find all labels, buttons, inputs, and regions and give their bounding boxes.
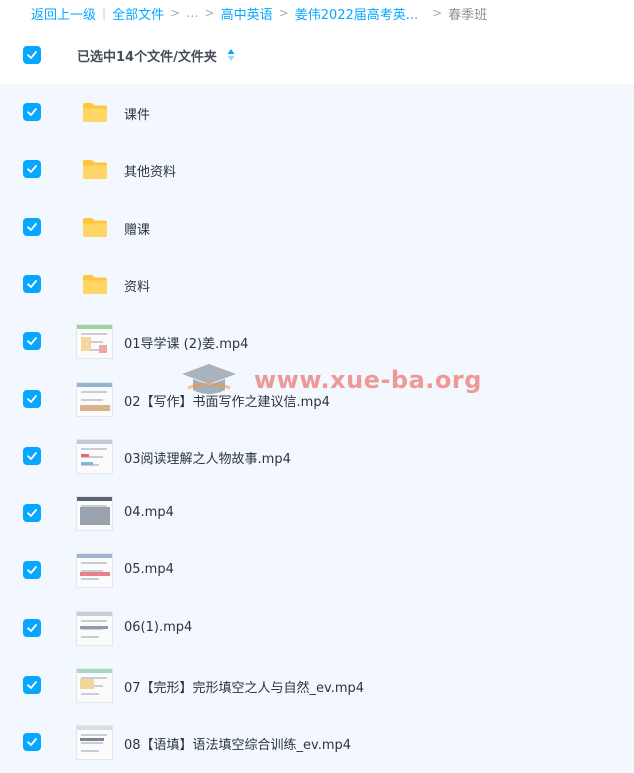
check-icon xyxy=(27,738,37,747)
check-icon xyxy=(27,337,37,346)
breadcrumb-level2[interactable]: 姜伟2022届高考英... xyxy=(295,4,418,23)
file-row[interactable]: 04.mp4 xyxy=(0,485,634,542)
video-thumbnail xyxy=(76,381,113,417)
file-name[interactable]: 05.mp4 xyxy=(124,562,174,577)
video-thumbnail xyxy=(76,725,113,761)
chevron-right-icon: > xyxy=(278,6,289,20)
video-thumbnail xyxy=(76,553,113,589)
check-icon xyxy=(27,222,37,231)
check-icon xyxy=(27,566,37,575)
file-row[interactable]: 赠课 xyxy=(0,199,634,256)
file-name[interactable]: 02【写作】书面写作之建议信.mp4 xyxy=(124,391,330,410)
selection-bar: 已选中14个文件/文件夹 xyxy=(0,36,634,74)
check-icon xyxy=(27,451,37,460)
chevron-right-icon: > xyxy=(432,6,443,20)
row-checkbox[interactable] xyxy=(23,676,41,694)
folder-name[interactable]: 资料 xyxy=(124,276,150,295)
select-all-checkbox[interactable] xyxy=(23,46,41,64)
row-checkbox[interactable] xyxy=(23,217,41,236)
file-row[interactable]: 资料 xyxy=(0,256,634,313)
row-checkbox[interactable] xyxy=(23,618,41,637)
video-thumbnail xyxy=(76,496,113,532)
folder-name[interactable]: 其他资料 xyxy=(124,161,176,180)
breadcrumb-all-files[interactable]: 全部文件 xyxy=(112,4,164,23)
row-checkbox[interactable] xyxy=(23,446,41,465)
check-icon xyxy=(27,279,37,288)
video-thumbnail xyxy=(76,668,113,703)
chevron-right-icon: > xyxy=(204,6,215,20)
back-link[interactable]: 返回上一级 xyxy=(31,4,96,23)
file-name[interactable]: 04.mp4 xyxy=(124,505,174,520)
row-checkbox[interactable] xyxy=(23,160,41,179)
check-icon xyxy=(27,51,37,59)
breadcrumb-ellipsis[interactable]: ... xyxy=(186,6,198,21)
file-name[interactable]: 07【完形】完形填空之人与自然_ev.mp4 xyxy=(124,677,364,696)
folder-icon xyxy=(83,217,107,237)
file-name[interactable]: 06(1).mp4 xyxy=(124,620,192,635)
file-row[interactable]: 08【语填】语法填空综合训练_ev.mp4 xyxy=(0,714,634,771)
video-thumbnail xyxy=(76,610,113,646)
breadcrumb-level1[interactable]: 高中英语 xyxy=(221,4,273,23)
breadcrumb-divider: | xyxy=(102,6,107,20)
row-checkbox[interactable] xyxy=(23,389,41,408)
check-icon xyxy=(27,108,37,116)
file-row[interactable]: 其他资料 xyxy=(0,141,634,198)
file-row[interactable]: 06(1).mp4 xyxy=(0,600,634,657)
row-checkbox[interactable] xyxy=(23,504,41,523)
file-name[interactable]: 08【语填】语法填空综合训练_ev.mp4 xyxy=(124,734,351,753)
folder-icon xyxy=(83,103,107,122)
file-name[interactable]: 03阅读理解之人物故事.mp4 xyxy=(124,448,291,467)
file-row[interactable]: 07【完形】完形填空之人与自然_ev.mp4 xyxy=(0,657,634,714)
file-row[interactable]: 课件 xyxy=(0,84,634,141)
file-row[interactable]: 01导学课 (2)姜.mp4 xyxy=(0,313,634,370)
check-icon xyxy=(27,394,37,403)
row-checkbox[interactable] xyxy=(23,733,41,752)
row-checkbox[interactable] xyxy=(23,103,41,121)
check-icon xyxy=(27,509,37,517)
row-checkbox[interactable] xyxy=(23,561,41,580)
file-row[interactable]: 05.mp4 xyxy=(0,542,634,599)
video-thumbnail xyxy=(76,438,113,474)
sort-icon[interactable] xyxy=(227,48,235,62)
row-checkbox[interactable] xyxy=(23,274,41,293)
file-row[interactable]: 02【写作】书面写作之建议信.mp4 xyxy=(0,371,634,428)
chevron-right-icon: > xyxy=(170,6,181,20)
folder-icon xyxy=(83,160,107,180)
file-list: 课件其他资料赠课资料 01导学课 (2)姜.mp4 02【写作】书面写作之建议信.m… xyxy=(0,84,634,773)
folder-name[interactable]: 赠课 xyxy=(124,219,150,238)
check-icon xyxy=(27,623,37,632)
breadcrumb: 返回上一级 | 全部文件 > ... > 高中英语 > 姜伟2022届高考英..… xyxy=(0,0,634,26)
check-icon xyxy=(27,681,37,689)
folder-icon xyxy=(83,274,107,294)
check-icon xyxy=(27,165,37,174)
row-checkbox[interactable] xyxy=(23,332,41,351)
file-name[interactable]: 01导学课 (2)姜.mp4 xyxy=(124,333,248,352)
video-thumbnail xyxy=(76,324,113,360)
folder-name[interactable]: 课件 xyxy=(124,104,150,123)
file-row[interactable]: 03阅读理解之人物故事.mp4 xyxy=(0,428,634,485)
selection-count: 已选中14个文件/文件夹 xyxy=(77,49,217,65)
breadcrumb-current: 春季班 xyxy=(448,7,488,23)
